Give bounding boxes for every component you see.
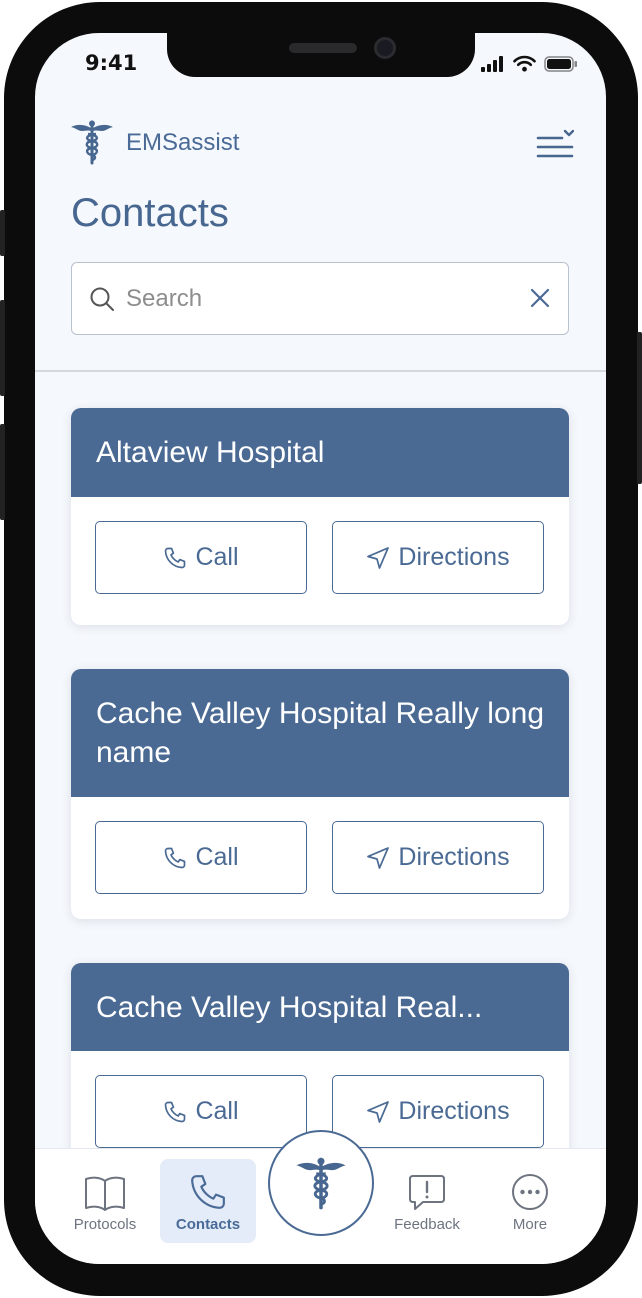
tab-label: More	[512, 1216, 548, 1233]
book-icon	[85, 1176, 125, 1211]
brand-name: EMSassist	[126, 129, 240, 156]
call-label: Call	[195, 843, 239, 871]
phone-side-button	[0, 300, 5, 396]
directions-button[interactable]: Directions	[332, 821, 544, 894]
app-screen: 9:41 EMSassist Contacts Search Altaview …	[35, 33, 606, 1264]
tab-label: Protocols	[73, 1216, 137, 1233]
tab-more[interactable]: More	[482, 1159, 578, 1243]
contact-card: Altaview Hospital Call Directions	[71, 408, 569, 625]
navigation-arrow-icon	[367, 1100, 390, 1123]
search-input[interactable]	[126, 281, 506, 317]
contact-name: Cache Valley Hospital Real...	[71, 963, 569, 1051]
call-label: Call	[195, 1097, 239, 1125]
more-icon	[512, 1174, 548, 1210]
tab-contacts[interactable]: Contacts	[160, 1159, 256, 1243]
home-caduceus-button[interactable]	[268, 1130, 374, 1236]
battery-icon	[544, 55, 577, 72]
phone-icon	[165, 847, 186, 868]
call-button[interactable]: Call	[95, 821, 307, 894]
tab-label: Feedback	[394, 1216, 460, 1233]
navigation-arrow-icon	[367, 846, 390, 869]
feedback-icon	[409, 1175, 445, 1210]
call-label: Call	[195, 543, 239, 571]
speaker-grille	[289, 43, 357, 53]
phone-icon	[165, 547, 186, 568]
caduceus-logo-icon[interactable]	[69, 119, 115, 165]
tab-feedback[interactable]: Feedback	[379, 1159, 475, 1243]
signal-icon	[481, 55, 503, 72]
app-header: EMSassist	[35, 117, 606, 177]
call-button[interactable]: Call	[95, 1075, 307, 1148]
navigation-arrow-icon	[367, 546, 390, 569]
tab-protocols[interactable]: Protocols	[57, 1159, 153, 1243]
front-camera	[374, 37, 396, 59]
directions-label: Directions	[398, 1097, 510, 1125]
page-title: Contacts	[71, 191, 229, 235]
contact-name: Cache Valley Hospital Really long name	[71, 669, 569, 797]
directions-label: Directions	[398, 843, 510, 871]
tab-label: Contacts	[175, 1216, 241, 1233]
menu-icon[interactable]	[536, 127, 574, 161]
phone-icon	[191, 1175, 225, 1209]
phone-side-button	[0, 424, 5, 520]
status-time: 9:41	[85, 51, 138, 75]
clear-search-icon[interactable]	[530, 288, 550, 308]
header-divider	[35, 370, 606, 372]
phone-icon	[165, 1101, 186, 1122]
directions-button[interactable]: Directions	[332, 1075, 544, 1148]
contact-name: Altaview Hospital	[71, 408, 569, 497]
search-icon	[90, 287, 114, 311]
notch	[167, 33, 475, 77]
directions-button[interactable]: Directions	[332, 521, 544, 594]
directions-label: Directions	[398, 543, 510, 571]
phone-side-button	[0, 210, 5, 256]
status-icons	[481, 55, 578, 72]
caduceus-icon	[296, 1157, 346, 1210]
wifi-icon	[513, 55, 536, 72]
call-button[interactable]: Call	[95, 521, 307, 594]
contact-card: Cache Valley Hospital Really long name C…	[71, 669, 569, 919]
search-box	[71, 262, 569, 335]
phone-side-button	[637, 332, 642, 484]
